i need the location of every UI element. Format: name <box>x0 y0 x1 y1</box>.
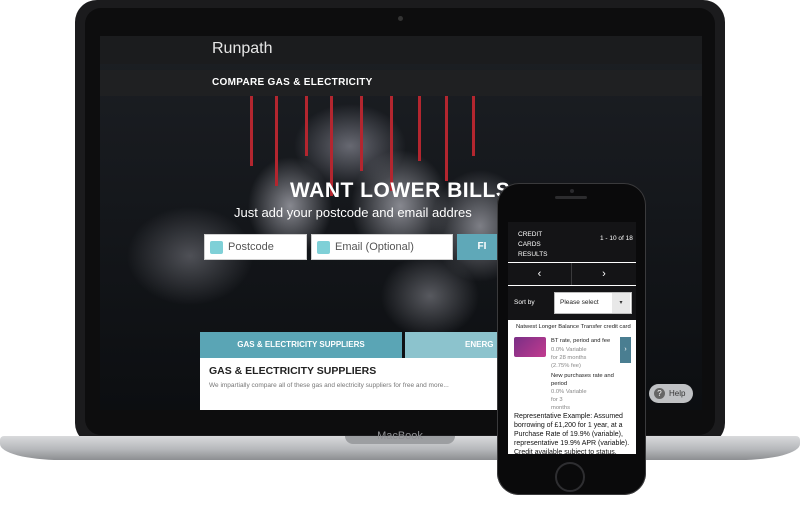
bt-period: for 28 months <box>551 355 587 361</box>
bt-rate: 0.0% Variable <box>551 347 587 353</box>
results-title: CREDIT CARDS RESULTS <box>518 230 558 260</box>
np-label: period <box>551 381 568 387</box>
phone-home-button[interactable] <box>555 462 585 492</box>
results-title-line: CARDS <box>518 241 541 248</box>
chevron-right-icon: › <box>602 268 606 280</box>
house-icon <box>210 241 223 254</box>
bt-fee: (2.75% fee) <box>551 363 581 369</box>
tab-gas-electricity-suppliers[interactable]: GAS & ELECTRICITY SUPPLIERS <box>200 332 402 358</box>
product-name[interactable]: Natwest Longer Balance Transfer credit c… <box>516 324 631 330</box>
np-period: for 3 <box>551 397 563 403</box>
results-count: 1 - 10 of 18 <box>600 235 633 242</box>
site-logo[interactable]: Runpath <box>212 40 273 58</box>
email-input[interactable]: Email (Optional) <box>311 234 453 260</box>
next-page-button[interactable]: › <box>572 263 636 285</box>
results-title-line: CREDIT <box>518 231 543 238</box>
panel-heading: GAS & ELECTRICITY SUPPLIERS <box>209 365 377 377</box>
sort-select-value: Please select <box>560 299 599 306</box>
bt-label: BT rate, period and fee <box>551 338 611 344</box>
hero-subline: Just add your postcode and email addres <box>234 205 472 220</box>
previous-page-button[interactable]: ‹ <box>508 263 571 285</box>
help-button[interactable]: ? Help <box>649 384 693 403</box>
laptop-camera <box>398 16 403 21</box>
envelope-icon <box>317 241 330 254</box>
results-title-line: RESULTS <box>518 251 548 258</box>
laptop-brand-label: MacBook <box>377 430 423 442</box>
postcode-input[interactable]: Postcode <box>204 234 307 260</box>
chevron-down-icon[interactable]: ▾ <box>612 293 630 313</box>
category-title[interactable]: COMPARE GAS & ELECTRICITY <box>212 77 373 88</box>
credit-card-image <box>514 337 546 357</box>
panel-text: We impartially compare all of these gas … <box>209 382 449 389</box>
postcode-placeholder: Postcode <box>228 241 274 253</box>
help-label: Help <box>669 389 686 398</box>
chevron-right-icon: › <box>624 346 627 353</box>
np-rate: 0.0% Variable <box>551 389 587 395</box>
np-period: months <box>551 405 571 411</box>
category-bar <box>100 70 702 96</box>
np-label: New purchases rate and <box>551 373 614 379</box>
email-placeholder: Email (Optional) <box>335 241 414 253</box>
site-header <box>100 36 702 64</box>
help-icon: ? <box>654 388 665 399</box>
phone-screen: CREDIT CARDS RESULTS 1 - 10 of 18 ‹ › So… <box>508 222 636 454</box>
phone-camera <box>570 189 574 193</box>
chevron-left-icon: ‹ <box>537 268 542 280</box>
phone-speaker <box>555 196 587 199</box>
product-details-button[interactable]: › <box>620 337 631 363</box>
sort-label: Sort by <box>514 299 535 306</box>
representative-example: Representative Example: Assumed borrowin… <box>514 413 630 454</box>
hero-headline: WANT LOWER BILLS <box>290 179 511 202</box>
